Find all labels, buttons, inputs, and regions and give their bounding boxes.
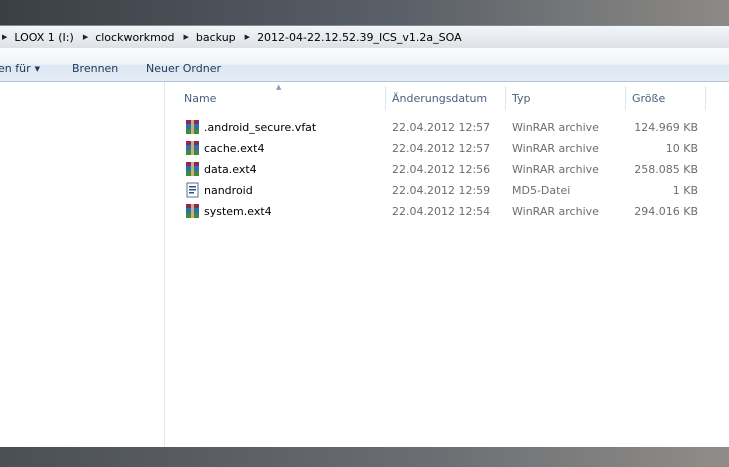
sort-ascending-icon: ▲: [276, 83, 282, 91]
file-date: 22.04.2012 12:59: [392, 184, 491, 197]
file-row[interactable]: system.ext4 22.04.2012 12:54 WinRAR arch…: [166, 201, 729, 222]
breadcrumb-label: clockworkmod: [95, 30, 175, 44]
breadcrumb-chevron-icon[interactable]: ▶: [2, 33, 7, 41]
winrar-icon: [186, 141, 199, 155]
md5-file-icon: [186, 182, 199, 198]
command-bar: en für ▼ Brennen Neuer Ordner: [0, 48, 729, 82]
breadcrumb-chevron-icon[interactable]: ▶: [184, 33, 189, 41]
file-row[interactable]: nandroid 22.04.2012 12:59 MD5-Datei 1 KB: [166, 180, 729, 201]
breadcrumb-item-backup[interactable]: backup: [196, 31, 236, 44]
column-header-size[interactable]: Größe: [632, 92, 665, 105]
breadcrumb-chevron-icon[interactable]: ▶: [245, 33, 250, 41]
file-size: 258.085 KB: [634, 163, 698, 176]
column-header-name[interactable]: Name: [184, 92, 216, 105]
breadcrumb-item-drive[interactable]: LOOX 1 (I:): [14, 31, 73, 44]
file-date: 22.04.2012 12:54: [392, 205, 491, 218]
file-date: 22.04.2012 12:57: [392, 121, 491, 134]
column-divider[interactable]: [625, 86, 626, 110]
file-row[interactable]: data.ext4 22.04.2012 12:56 WinRAR archiv…: [166, 159, 729, 180]
column-header-date[interactable]: Änderungsdatum: [392, 92, 487, 105]
file-date: 22.04.2012 12:56: [392, 163, 491, 176]
share-with-label: en für: [0, 62, 31, 75]
file-name: system.ext4: [204, 205, 272, 218]
file-type: WinRAR archive: [512, 163, 599, 176]
file-size: 10 KB: [665, 142, 698, 155]
file-row[interactable]: .android_secure.vfat 22.04.2012 12:57 Wi…: [166, 117, 729, 138]
breadcrumb-label: LOOX 1 (I:): [14, 30, 74, 44]
column-header-type[interactable]: Typ: [512, 92, 531, 105]
breadcrumb-chevron-icon[interactable]: ▶: [83, 33, 88, 41]
file-type: WinRAR archive: [512, 142, 599, 155]
file-name: cache.ext4: [204, 142, 265, 155]
file-size: 124.969 KB: [634, 121, 698, 134]
breadcrumb-label: backup: [195, 30, 236, 44]
column-divider[interactable]: [385, 86, 386, 110]
column-header-row: ▲ Name Änderungsdatum Typ Größe: [166, 83, 729, 112]
file-type: MD5-Datei: [512, 184, 571, 197]
burn-button[interactable]: Brennen: [72, 62, 118, 75]
file-type: WinRAR archive: [512, 121, 599, 134]
share-with-button[interactable]: en für ▼: [0, 62, 40, 75]
file-date: 22.04.2012 12:57: [392, 142, 491, 155]
file-type: WinRAR archive: [512, 205, 599, 218]
navigation-pane[interactable]: [0, 82, 165, 447]
breadcrumb-label: 2012-04-22.12.52.39_ICS_v1.2a_SOA: [257, 30, 462, 44]
file-list: .android_secure.vfat 22.04.2012 12:57 Wi…: [166, 117, 729, 222]
file-row[interactable]: cache.ext4 22.04.2012 12:57 WinRAR archi…: [166, 138, 729, 159]
new-folder-button[interactable]: Neuer Ordner: [146, 62, 221, 75]
window-frame-top: [0, 0, 729, 26]
file-size: 1 KB: [672, 184, 698, 197]
window-frame-bottom: [0, 447, 729, 467]
file-name: .android_secure.vfat: [204, 121, 317, 134]
chevron-down-icon: ▼: [34, 65, 40, 73]
file-name: data.ext4: [204, 163, 257, 176]
winrar-icon: [186, 120, 199, 134]
address-bar[interactable]: ▶ LOOX 1 (I:) ▶ clockworkmod ▶ backup ▶ …: [0, 25, 729, 49]
winrar-icon: [186, 204, 199, 218]
breadcrumb-item-clockworkmod[interactable]: clockworkmod: [95, 31, 174, 44]
winrar-icon: [186, 162, 199, 176]
column-divider[interactable]: [505, 86, 506, 110]
breadcrumb-item-current-folder[interactable]: 2012-04-22.12.52.39_ICS_v1.2a_SOA: [257, 31, 462, 44]
column-divider[interactable]: [705, 86, 706, 110]
file-name: nandroid: [204, 184, 253, 197]
file-size: 294.016 KB: [634, 205, 698, 218]
